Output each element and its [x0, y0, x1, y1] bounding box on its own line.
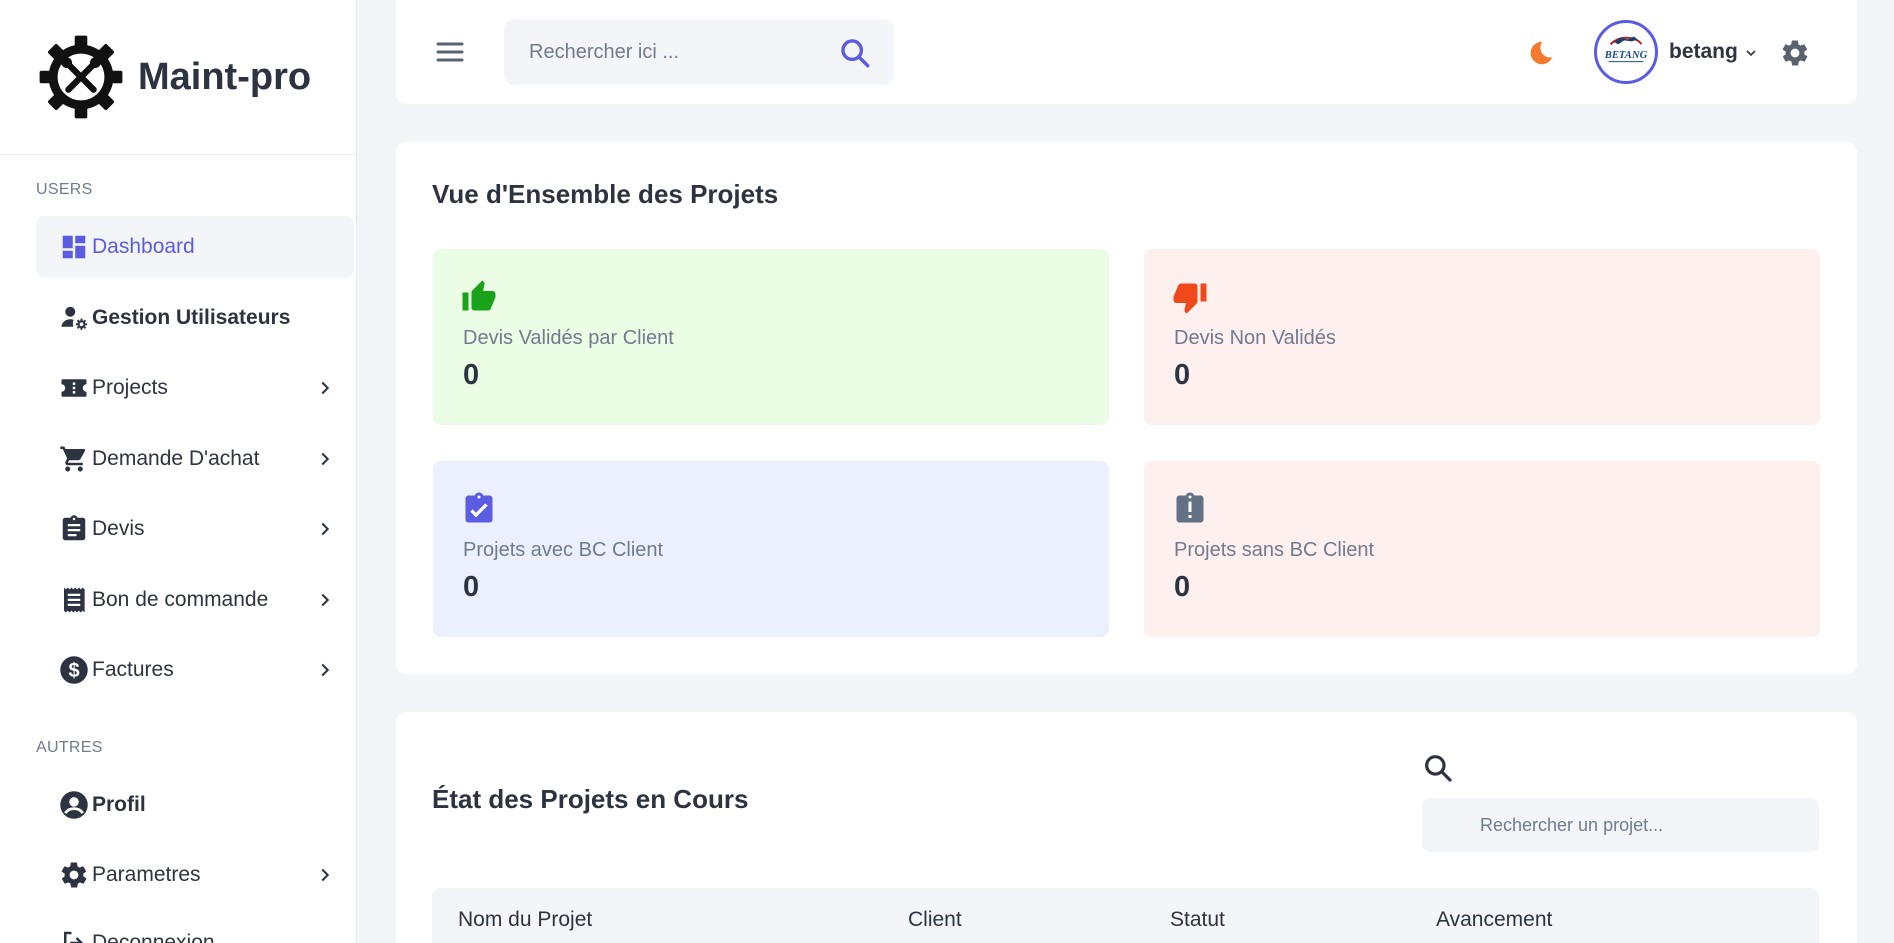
global-search: [504, 19, 894, 85]
stat-card-devis-non-valides[interactable]: Devis Non Validés 0: [1144, 249, 1820, 425]
sidebar: Maint-pro USERS Dashboard Gestion Utilis…: [0, 0, 357, 943]
sidebar-item-deconnexion[interactable]: Deconnexion: [36, 912, 354, 943]
projects-card: État des Projets en Cours Nom du Projet …: [396, 712, 1857, 943]
stat-label: Projets sans BC Client: [1174, 539, 1375, 561]
sidebar-item-label: Profil: [92, 793, 146, 816]
search-icon[interactable]: [838, 36, 872, 70]
sidebar-item-label: Dashboard: [92, 235, 195, 258]
section-label-users: USERS: [36, 181, 93, 198]
chevron-right-icon: [321, 593, 330, 607]
column-header-statut[interactable]: Statut: [1170, 908, 1225, 932]
stat-card-projets-avec-bc[interactable]: Projets avec BC Client 0: [433, 461, 1109, 637]
brand-name: Maint-pro: [138, 55, 312, 98]
sidebar-item-dashboard[interactable]: Dashboard: [36, 216, 354, 278]
sidebar-item-label: Gestion Utilisateurs: [92, 306, 291, 329]
stat-value: 0: [1174, 359, 1191, 391]
stat-card-projets-sans-bc[interactable]: Projets sans BC Client 0: [1144, 461, 1820, 637]
sidebar-item-demande-achat[interactable]: Demande D'achat: [36, 428, 354, 490]
moon-theme-toggle-icon[interactable]: [1526, 38, 1556, 68]
overview-card: Vue d'Ensemble des Projets Devis Validés…: [396, 142, 1857, 674]
thumbs-down-icon: [1173, 283, 1207, 314]
betang-logo-icon: BETANG: [1604, 36, 1648, 63]
stat-label: Devis Non Validés: [1174, 327, 1336, 349]
logout-icon: [58, 927, 90, 943]
sidebar-item-devis[interactable]: Devis: [36, 498, 354, 560]
search-icon[interactable]: [1422, 752, 1454, 784]
sidebar-item-label: Bon de commande: [92, 588, 269, 611]
receipt-icon: [58, 584, 90, 616]
sidebar-item-label: Factures: [92, 658, 174, 681]
sidebar-item-projects[interactable]: Projects: [36, 357, 354, 419]
sidebar-item-profil[interactable]: Profil: [36, 774, 354, 836]
brand[interactable]: Maint-pro: [0, 0, 356, 155]
clipboard-icon: [58, 513, 90, 545]
svg-text:BETANG: BETANG: [1604, 50, 1648, 61]
sidebar-item-bon-de-commande[interactable]: Bon de commande: [36, 569, 354, 631]
overview-title: Vue d'Ensemble des Projets: [432, 179, 779, 209]
sidebar-item-label: Parametres: [92, 863, 201, 886]
gear-icon: [58, 859, 90, 891]
column-header-nom-projet[interactable]: Nom du Projet: [458, 908, 592, 932]
hamburger-menu-icon[interactable]: [434, 36, 466, 68]
column-header-avancement[interactable]: Avancement: [1436, 908, 1552, 932]
user-circle-icon: [58, 789, 90, 821]
chevron-right-icon: [321, 381, 330, 395]
chevron-right-icon: [321, 663, 330, 677]
chevron-right-icon: [321, 522, 330, 536]
username[interactable]: betang: [1669, 40, 1738, 64]
sidebar-item-gestion-utilisateurs[interactable]: Gestion Utilisateurs: [36, 287, 354, 349]
search-input[interactable]: [529, 40, 829, 64]
svg-text:$: $: [68, 660, 79, 682]
tools-gear-logo-icon: [39, 35, 123, 119]
table-header: Nom du Projet Client Statut Avancement: [432, 888, 1819, 943]
dollar-icon: $: [58, 654, 90, 686]
chevron-right-icon: [321, 452, 330, 466]
avatar[interactable]: BETANG: [1594, 20, 1658, 84]
thumbs-up-icon: [462, 280, 496, 311]
cart-icon: [58, 443, 90, 475]
topbar: BETANG betang: [396, 0, 1857, 104]
sidebar-item-label: Demande D'achat: [92, 447, 260, 470]
stat-value: 0: [463, 359, 480, 391]
sidebar-item-factures[interactable]: $ Factures: [36, 639, 354, 701]
clipboard-check-icon: [465, 492, 493, 523]
dashboard-icon: [58, 231, 90, 263]
ticket-icon: [58, 372, 90, 404]
user-gear-icon: [58, 302, 90, 334]
gear-icon[interactable]: [1780, 38, 1810, 68]
sidebar-item-label: Devis: [92, 517, 145, 540]
stat-label: Devis Validés par Client: [463, 327, 674, 349]
clipboard-alert-icon: [1176, 492, 1204, 523]
chevron-down-icon[interactable]: [1743, 45, 1759, 61]
sidebar-item-parametres[interactable]: Parametres: [36, 844, 354, 906]
projects-title: État des Projets en Cours: [432, 784, 749, 814]
stat-value: 0: [1174, 571, 1191, 603]
section-label-autres: AUTRES: [36, 739, 103, 756]
project-search: [1422, 798, 1819, 852]
chevron-right-icon: [321, 868, 330, 882]
sidebar-item-label: Projects: [92, 376, 168, 399]
sidebar-item-label: Deconnexion: [92, 931, 215, 943]
stat-value: 0: [463, 571, 480, 603]
stat-label: Projets avec BC Client: [463, 539, 664, 561]
column-header-client[interactable]: Client: [908, 908, 962, 932]
project-search-input[interactable]: [1480, 814, 1800, 836]
stat-card-devis-valides[interactable]: Devis Validés par Client 0: [433, 249, 1109, 425]
